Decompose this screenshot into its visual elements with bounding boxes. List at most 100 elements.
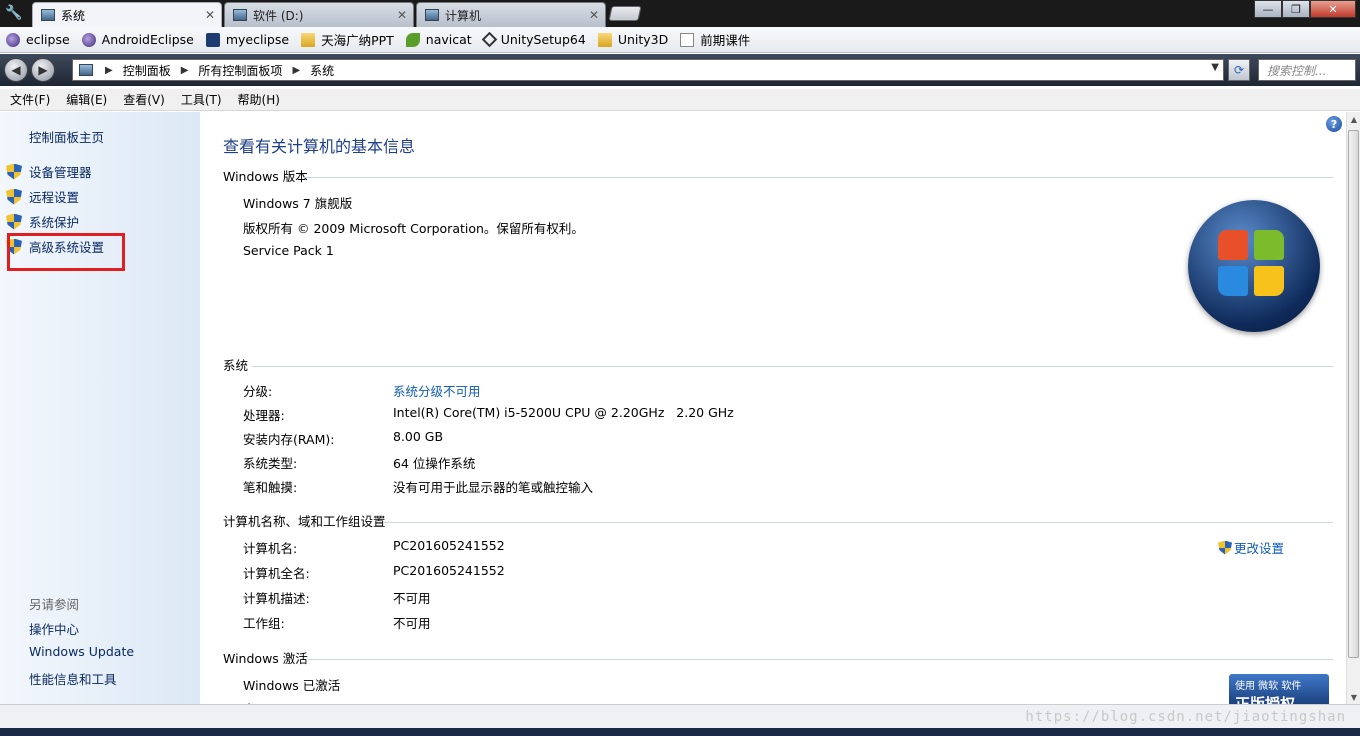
bookmark-navicat[interactable]: navicat (405, 32, 472, 47)
refresh-button[interactable]: ⟳ (1228, 59, 1250, 81)
drive-icon (233, 9, 247, 21)
wrench-icon[interactable]: 🔧 (5, 5, 23, 21)
bookmark-eclipse[interactable]: eclipse (6, 32, 70, 47)
bookmark-ppt-folder[interactable]: 天海广纳PPT (301, 30, 394, 49)
activation-heading: Windows 激活 (223, 651, 308, 666)
tab-drive-d[interactable]: 软件 (D:) ✕ (224, 2, 414, 27)
page-title: 查看有关计算机的基本信息 (223, 137, 416, 156)
breadcrumb-system[interactable]: 系统 (310, 62, 334, 79)
eclipse-icon (6, 32, 20, 47)
scroll-thumb[interactable] (1348, 130, 1359, 658)
chevron-down-icon[interactable]: ▼ (1211, 62, 1219, 73)
pen-touch-label: 笔和触摸: (243, 480, 298, 495)
shield-icon (1218, 541, 1232, 555)
divider (384, 522, 1333, 523)
breadcrumb-control-panel[interactable]: 控制面板 (123, 62, 171, 79)
badge-bottom-text: 正版授权 (1235, 695, 1296, 704)
sidebar-item-label: 远程设置 (29, 190, 80, 205)
bookmark-androideclipse[interactable]: AndroidEclipse (81, 32, 194, 47)
description-label: 计算机描述: (243, 591, 310, 606)
divider (304, 177, 1333, 178)
change-settings-label: 更改设置 (1234, 541, 1285, 556)
tab-computer[interactable]: 计算机 ✕ (416, 2, 606, 27)
sidebar-item-remote-settings[interactable]: 远程设置 (6, 187, 79, 206)
pen-touch-value: 没有可用于此显示器的笔或触控输入 (393, 480, 594, 495)
back-button[interactable]: ◀ (4, 58, 28, 82)
page-icon (680, 32, 695, 47)
tab-label: 系统 (61, 8, 86, 23)
control-panel-icon (79, 64, 93, 76)
full-name-value: PC201605241552 (393, 563, 505, 578)
windows-update-link[interactable]: Windows Update (29, 644, 134, 659)
menu-file[interactable]: 文件(F) (10, 91, 50, 108)
bookmarks-bar: eclipse AndroidEclipse myeclipse 天海广纳PPT… (0, 27, 1360, 53)
action-center-link[interactable]: 操作中心 (29, 619, 79, 638)
bookmark-myeclipse[interactable]: myeclipse (205, 32, 289, 47)
menu-tools[interactable]: 工具(T) (181, 91, 222, 108)
sidebar-item-label: 设备管理器 (29, 165, 92, 180)
bookmark-unitysetup[interactable]: UnitySetup64 (481, 31, 586, 48)
breadcrumb-arrow-icon[interactable]: ▶ (181, 65, 189, 76)
badge-top-text: 使用 微软 软件 (1235, 681, 1302, 692)
new-tab-button[interactable] (608, 6, 642, 21)
scroll-down-icon[interactable]: ▼ (1347, 690, 1360, 704)
rating-link[interactable]: 系统分级不可用 (393, 381, 481, 400)
ram-label: 安装内存(RAM): (243, 432, 335, 447)
forward-button[interactable]: ▶ (31, 58, 55, 82)
highlight-box (7, 233, 125, 271)
watermark-text: https://blog.csdn.net/jiaotingshan (1025, 709, 1346, 725)
scroll-up-icon[interactable]: ▲ (1347, 112, 1360, 126)
control-panel-icon (41, 9, 55, 21)
minimize-button[interactable]: — (1254, 0, 1282, 18)
edition-heading: Windows 版本 (223, 169, 308, 184)
flag-yellow (1254, 266, 1284, 296)
sidebar-item-system-protection[interactable]: 系统保护 (6, 212, 79, 231)
bookmark-label: navicat (425, 32, 472, 47)
control-panel-home-link[interactable]: 控制面板主页 (29, 127, 104, 146)
shield-icon (6, 189, 22, 205)
status-bar: https://blog.csdn.net/jiaotingshan (0, 704, 1360, 728)
bookmark-label: 前期课件 (700, 33, 751, 48)
breadcrumb-all-items[interactable]: 所有控制面板项 (198, 62, 282, 79)
bookmark-courseware[interactable]: 前期课件 (680, 30, 750, 49)
edition-name: Windows 7 旗舰版 (243, 196, 353, 211)
performance-tools-link[interactable]: 性能信息和工具 (29, 669, 117, 688)
bookmark-label: eclipse (26, 32, 70, 47)
eclipse-icon (81, 32, 96, 47)
breadcrumb-arrow-icon[interactable]: ▶ (105, 65, 113, 76)
bookmark-label: AndroidEclipse (101, 32, 194, 47)
shield-icon (6, 164, 22, 180)
breadcrumb-arrow-icon[interactable]: ▶ (292, 65, 300, 76)
tab-system[interactable]: 系统 ✕ (32, 2, 222, 27)
search-input[interactable]: 搜索控制... (1258, 59, 1356, 81)
close-button[interactable]: ✕ (1310, 0, 1356, 18)
help-icon[interactable]: ? (1326, 116, 1342, 132)
flag-green (1254, 230, 1284, 260)
menu-help[interactable]: 帮助(H) (238, 91, 280, 108)
tab-close-icon[interactable]: ✕ (589, 8, 599, 22)
genuine-microsoft-badge[interactable]: 使用 微软 软件 正版授权 (1229, 674, 1329, 704)
folder-icon (597, 32, 612, 47)
sidebar: 控制面板主页 设备管理器 远程设置 系统保护 高级系统设置 另请参阅 操作中心 … (0, 112, 200, 704)
myeclipse-icon (205, 32, 220, 47)
tab-close-icon[interactable]: ✕ (205, 8, 215, 22)
tab-close-icon[interactable]: ✕ (397, 8, 407, 22)
menu-view[interactable]: 查看(V) (123, 91, 165, 108)
see-also-heading: 另请参阅 (29, 597, 80, 612)
address-toolbar: ◀ ▶ ▶ 控制面板 ▶ 所有控制面板项 ▶ 系统 ▼ ⟳ 搜索控制... (0, 54, 1360, 86)
rating-label: 分级: (243, 384, 273, 399)
address-bar[interactable]: ▶ 控制面板 ▶ 所有控制面板项 ▶ 系统 ▼ (72, 59, 1224, 81)
change-settings-link[interactable]: 更改设置 (1218, 538, 1284, 557)
computer-name-label: 计算机名: (243, 541, 298, 556)
taskbar (0, 728, 1360, 736)
system-type-value: 64 位操作系统 (393, 456, 476, 471)
maximize-button[interactable]: ❐ (1282, 0, 1310, 18)
bookmark-label: UnitySetup64 (500, 32, 586, 47)
computer-name-heading: 计算机名称、域和工作组设置 (223, 514, 386, 529)
bookmark-unity3d[interactable]: Unity3D (597, 32, 668, 47)
vertical-scrollbar[interactable]: ▲ ▼ (1346, 112, 1360, 704)
menu-edit[interactable]: 编辑(E) (66, 91, 107, 108)
description-value: 不可用 (393, 591, 431, 606)
menu-bar: 文件(F) 编辑(E) 查看(V) 工具(T) 帮助(H) (0, 89, 1360, 111)
sidebar-item-device-manager[interactable]: 设备管理器 (6, 162, 92, 181)
